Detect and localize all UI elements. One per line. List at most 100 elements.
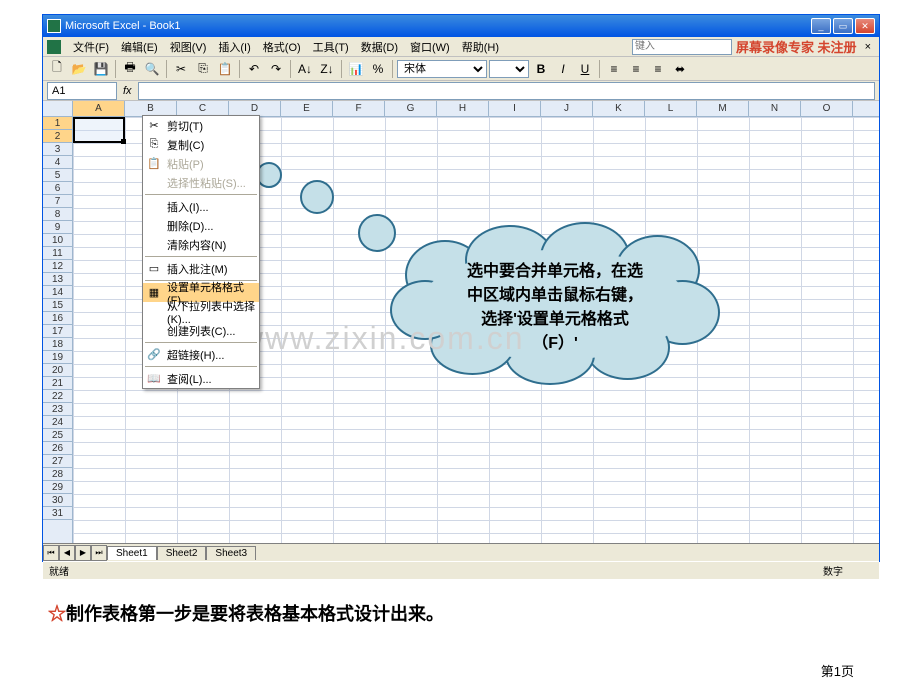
col-header-n[interactable]: N (749, 101, 801, 116)
row-header-25[interactable]: 25 (43, 429, 72, 442)
col-header-o[interactable]: O (801, 101, 853, 116)
close-button[interactable]: ✕ (855, 18, 875, 34)
zoom-button[interactable]: % (368, 59, 388, 79)
maximize-button[interactable]: ▭ (833, 18, 853, 34)
col-header-h[interactable]: H (437, 101, 489, 116)
row-header-19[interactable]: 19 (43, 351, 72, 364)
row-header-4[interactable]: 4 (43, 156, 72, 169)
font-name-select[interactable]: 宋体 (397, 60, 487, 78)
sheet-tab-1[interactable]: Sheet1 (107, 546, 157, 560)
new-button[interactable]: 🗋 (47, 59, 67, 79)
context-menu-item[interactable]: 从下拉列表中选择(K)... (143, 302, 259, 321)
context-menu-item[interactable]: 插入(I)... (143, 197, 259, 216)
sheet-tab-3[interactable]: Sheet3 (206, 546, 256, 560)
merge-button[interactable]: ⬌ (670, 59, 690, 79)
tab-nav-prev[interactable]: ◀ (59, 545, 75, 561)
cut-button[interactable]: ✂ (171, 59, 191, 79)
undo-button[interactable]: ↶ (244, 59, 264, 79)
row-header-17[interactable]: 17 (43, 325, 72, 338)
menu-view[interactable]: 视图(V) (164, 37, 213, 57)
paste-button[interactable]: 📋 (215, 59, 235, 79)
row-header-5[interactable]: 5 (43, 169, 72, 182)
name-box[interactable] (47, 82, 117, 100)
row-header-18[interactable]: 18 (43, 338, 72, 351)
context-menu-item[interactable]: 删除(D)... (143, 216, 259, 235)
preview-button[interactable]: 🔍 (142, 59, 162, 79)
font-size-select[interactable] (489, 60, 529, 78)
row-header-31[interactable]: 31 (43, 507, 72, 520)
row-header-8[interactable]: 8 (43, 208, 72, 221)
row-header-26[interactable]: 26 (43, 442, 72, 455)
sort-desc-button[interactable]: Z↓ (317, 59, 337, 79)
col-header-k[interactable]: K (593, 101, 645, 116)
col-header-g[interactable]: G (385, 101, 437, 116)
context-menu-item[interactable]: ⎘复制(C) (143, 135, 259, 154)
col-header-f[interactable]: F (333, 101, 385, 116)
col-header-d[interactable]: D (229, 101, 281, 116)
chart-button[interactable]: 📊 (346, 59, 366, 79)
menu-insert[interactable]: 插入(I) (212, 37, 256, 57)
print-button[interactable]: 🖶 (120, 59, 140, 79)
menu-edit[interactable]: 编辑(E) (115, 37, 164, 57)
menu-data[interactable]: 数据(D) (355, 37, 404, 57)
row-header-2[interactable]: 2 (43, 130, 72, 143)
tab-nav-last[interactable]: ⏭ (91, 545, 107, 561)
menu-file[interactable]: 文件(F) (67, 37, 115, 57)
row-header-21[interactable]: 21 (43, 377, 72, 390)
align-right-button[interactable]: ≡ (648, 59, 668, 79)
row-header-23[interactable]: 23 (43, 403, 72, 416)
row-header-6[interactable]: 6 (43, 182, 72, 195)
app-menu-icon[interactable] (47, 40, 61, 54)
row-header-9[interactable]: 9 (43, 221, 72, 234)
tab-nav-next[interactable]: ▶ (75, 545, 91, 561)
context-menu-item[interactable]: 清除内容(N) (143, 235, 259, 254)
context-menu-item[interactable]: ▭插入批注(M) (143, 259, 259, 278)
menu-format[interactable]: 格式(O) (257, 37, 307, 57)
col-header-l[interactable]: L (645, 101, 697, 116)
row-header-7[interactable]: 7 (43, 195, 72, 208)
row-header-11[interactable]: 11 (43, 247, 72, 260)
underline-button[interactable]: U (575, 59, 595, 79)
row-header-1[interactable]: 1 (43, 117, 72, 130)
document-close-button[interactable]: × (861, 41, 875, 53)
col-header-m[interactable]: M (697, 101, 749, 116)
row-header-12[interactable]: 12 (43, 260, 72, 273)
row-header-20[interactable]: 20 (43, 364, 72, 377)
tab-nav-first[interactable]: ⏮ (43, 545, 59, 561)
row-header-24[interactable]: 24 (43, 416, 72, 429)
row-header-15[interactable]: 15 (43, 299, 72, 312)
select-all-corner[interactable] (43, 101, 73, 116)
menu-help[interactable]: 帮助(H) (456, 37, 505, 57)
col-header-e[interactable]: E (281, 101, 333, 116)
copy-button[interactable]: ⎘ (193, 59, 213, 79)
context-menu-item[interactable]: ✂剪切(T) (143, 116, 259, 135)
fill-handle[interactable] (121, 139, 126, 144)
col-header-b[interactable]: B (125, 101, 177, 116)
formula-bar[interactable] (138, 82, 875, 100)
menu-tools[interactable]: 工具(T) (307, 37, 355, 57)
col-header-j[interactable]: J (541, 101, 593, 116)
col-header-a[interactable]: A (73, 101, 125, 116)
context-menu-item[interactable]: 📖查阅(L)... (143, 369, 259, 388)
bold-button[interactable]: B (531, 59, 551, 79)
row-header-3[interactable]: 3 (43, 143, 72, 156)
align-center-button[interactable]: ≡ (626, 59, 646, 79)
row-header-10[interactable]: 10 (43, 234, 72, 247)
save-button[interactable]: 💾 (91, 59, 111, 79)
menu-window[interactable]: 窗口(W) (404, 37, 456, 57)
row-header-29[interactable]: 29 (43, 481, 72, 494)
row-header-16[interactable]: 16 (43, 312, 72, 325)
col-header-c[interactable]: C (177, 101, 229, 116)
context-menu-item[interactable]: 创建列表(C)... (143, 321, 259, 340)
minimize-button[interactable]: _ (811, 18, 831, 34)
row-header-13[interactable]: 13 (43, 273, 72, 286)
sheet-tab-2[interactable]: Sheet2 (157, 546, 207, 560)
help-search-input[interactable] (632, 39, 732, 55)
row-header-14[interactable]: 14 (43, 286, 72, 299)
row-header-28[interactable]: 28 (43, 468, 72, 481)
italic-button[interactable]: I (553, 59, 573, 79)
row-header-30[interactable]: 30 (43, 494, 72, 507)
align-left-button[interactable]: ≡ (604, 59, 624, 79)
row-header-22[interactable]: 22 (43, 390, 72, 403)
redo-button[interactable]: ↷ (266, 59, 286, 79)
